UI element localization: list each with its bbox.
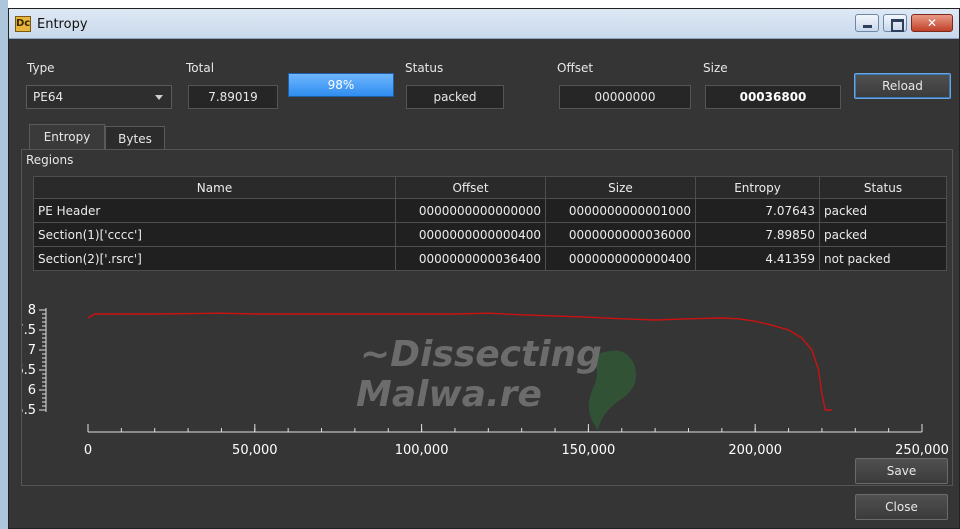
size-label: Size	[703, 61, 728, 75]
type-select[interactable]: PE64	[26, 85, 172, 109]
minimize-icon[interactable]	[855, 14, 879, 32]
title-bar[interactable]: Dc Entropy ✕	[9, 9, 959, 39]
desktop-background	[0, 0, 8, 529]
column-header-name[interactable]: Name	[33, 176, 396, 199]
y-tick-label: 8	[28, 303, 36, 318]
cell-entropy: 7.89850	[695, 222, 820, 247]
entropy-window: Dc Entropy ✕ Type PE64 Total 7.89019 98%…	[8, 8, 960, 529]
x-tick-label: 250,000	[895, 443, 949, 458]
y-tick-label: 5.5	[22, 403, 36, 418]
y-tick-label: 6.5	[22, 363, 36, 378]
cell-entropy: 7.07643	[695, 198, 820, 223]
cell-size: 0000000000001000	[545, 198, 696, 223]
status-field: packed	[406, 85, 504, 109]
cell-size: 0000000000036000	[545, 222, 696, 247]
cell-status: not packed	[819, 246, 947, 271]
cell-size: 0000000000000400	[545, 246, 696, 271]
cell-status: packed	[819, 222, 947, 247]
table-row[interactable]: Section(1)['cccc'] 0000000000000400 0000…	[33, 222, 947, 247]
cell-name: Section(2)['.rsrc']	[33, 246, 396, 271]
type-select-value: PE64	[33, 90, 64, 104]
watermark-line1: ~Dissecting	[360, 334, 602, 375]
chevron-down-icon	[155, 95, 163, 100]
save-button[interactable]: Save	[855, 458, 948, 484]
tab-entropy[interactable]: Entropy	[29, 124, 105, 150]
offset-field[interactable]: 00000000	[559, 85, 691, 109]
x-tick-label: 100,000	[395, 443, 449, 458]
table-row[interactable]: Section(2)['.rsrc'] 0000000000036400 000…	[33, 246, 947, 271]
type-label: Type	[27, 61, 55, 75]
x-tick-label: 50,000	[232, 443, 278, 458]
cell-entropy: 4.41359	[695, 246, 820, 271]
column-header-size[interactable]: Size	[545, 176, 696, 199]
y-tick-label: 6	[28, 383, 36, 398]
close-button[interactable]: Close	[855, 494, 948, 520]
cell-name: Section(1)['cccc']	[33, 222, 396, 247]
cell-offset: 0000000000036400	[395, 246, 546, 271]
entropy-progress-bar: 98%	[288, 73, 394, 97]
watermark: ~Dissecting Malwa.re	[356, 334, 637, 430]
total-label: Total	[186, 61, 215, 75]
column-header-status[interactable]: Status	[819, 176, 947, 199]
offset-label: Offset	[557, 61, 594, 75]
cell-status: packed	[819, 198, 947, 223]
column-header-offset[interactable]: Offset	[395, 176, 546, 199]
x-tick-label: 200,000	[728, 443, 782, 458]
maximize-icon[interactable]	[883, 14, 907, 32]
total-field: 7.89019	[188, 85, 278, 109]
cell-offset: 0000000000000000	[395, 198, 546, 223]
regions-table: Name Offset Size Entropy Status PE Heade…	[33, 176, 947, 271]
y-tick-label: 7	[28, 343, 36, 358]
x-tick-label: 150,000	[562, 443, 616, 458]
tab-bytes[interactable]: Bytes	[105, 126, 165, 150]
reload-button[interactable]: Reload	[854, 73, 951, 99]
entropy-chart: 5.5 6 6.5 7 7.5 8 0 50,000 100,000 150,000 200,000…	[22, 303, 949, 458]
table-row[interactable]: PE Header 0000000000000000 0000000000001…	[33, 198, 947, 223]
size-field[interactable]: 00036800	[705, 85, 841, 109]
regions-label: Regions	[26, 153, 74, 167]
x-tick-label: 0	[84, 443, 92, 458]
watermark-line2: Malwa.re	[356, 374, 542, 415]
cell-offset: 0000000000000400	[395, 222, 546, 247]
table-header-row: Name Offset Size Entropy Status	[33, 176, 947, 199]
cell-name: PE Header	[33, 198, 396, 223]
y-tick-label: 7.5	[22, 323, 36, 338]
app-icon: Dc	[15, 16, 31, 32]
window-title: Entropy	[37, 17, 88, 32]
status-label: Status	[405, 61, 444, 75]
close-icon[interactable]: ✕	[911, 14, 953, 32]
column-header-entropy[interactable]: Entropy	[695, 176, 820, 199]
